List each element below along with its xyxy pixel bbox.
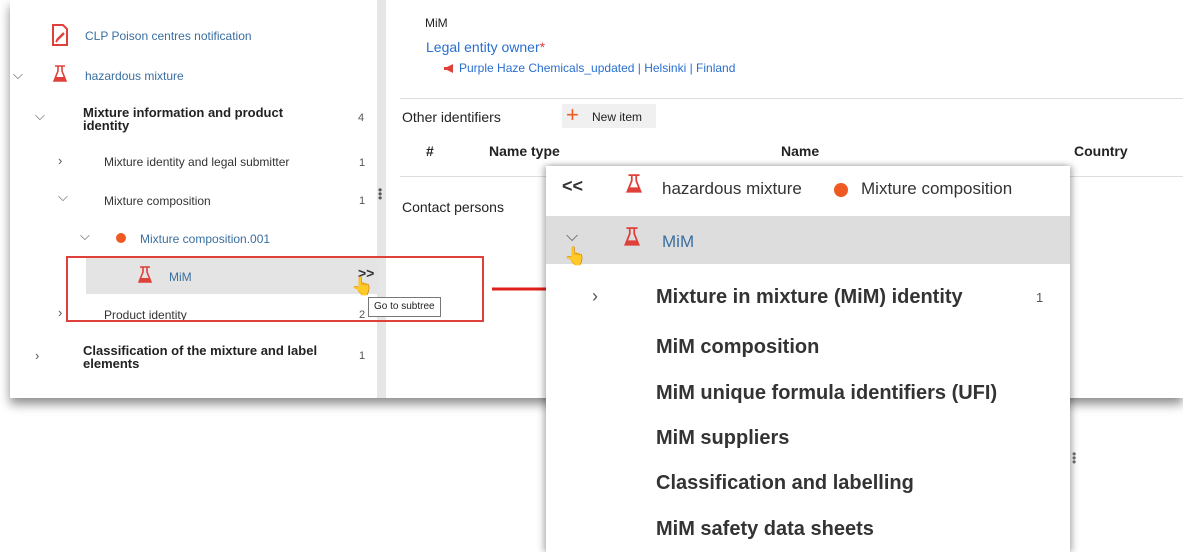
new-item-button[interactable]: + New item xyxy=(562,102,656,128)
column-header-number: # xyxy=(426,143,434,159)
go-to-subtree-tooltip: Go to subtree xyxy=(368,297,441,317)
tree-item-mixture-composition-001[interactable]: ⌵ Mixture composition.001 xyxy=(10,228,377,252)
hand-cursor-icon: 👆 xyxy=(351,276,374,296)
tree-item-count: 1 xyxy=(359,157,366,169)
popup-item-mim-ufi[interactable]: MiM unique formula identifiers (UFI) xyxy=(546,378,1070,408)
orange-dot-icon xyxy=(116,233,126,243)
chevron-right-icon[interactable]: › xyxy=(592,286,598,307)
hand-cursor-icon: 👆 xyxy=(564,246,587,266)
chevron-down-icon[interactable]: ⌵ xyxy=(58,189,68,205)
popup-item-label: MiM safety data sheets xyxy=(656,518,874,540)
legal-entity-label-text: Legal entity owner xyxy=(426,39,540,55)
popup-item-label: MiM composition xyxy=(656,336,820,358)
popup-selected-item-mim[interactable]: ⌵ MiM xyxy=(546,216,1070,264)
popup-item-mim-identity[interactable]: › Mixture in mixture (MiM) identity 1 xyxy=(546,282,1070,312)
tree-item-label: Mixture composition xyxy=(104,194,211,208)
tree-item-mixture-information[interactable]: ⌵ Mixture information and product identi… xyxy=(10,104,377,138)
chevron-down-icon[interactable]: ⌵ xyxy=(13,67,23,83)
popup-item-count: 1 xyxy=(1036,290,1044,305)
mim-value: MiM xyxy=(425,16,448,30)
popup-item-label: MiM unique formula identifiers (UFI) xyxy=(656,382,998,404)
tree-item-label: Classification of the mixture and label … xyxy=(83,343,318,371)
new-item-label: New item xyxy=(592,110,643,124)
subtree-popup: << hazardous mixture Mixture composition… xyxy=(546,166,1070,552)
tree-mixture-label: hazardous mixture xyxy=(85,69,184,83)
chevron-down-icon[interactable]: ⌵ xyxy=(35,108,45,124)
popup-item-mim-sds[interactable]: MiM safety data sheets xyxy=(546,514,1070,544)
chevron-down-icon[interactable]: ⌵ xyxy=(80,228,90,244)
popup-breadcrumb: << hazardous mixture Mixture composition xyxy=(546,166,1070,214)
tree-root-label: CLP Poison centres notification xyxy=(85,29,252,43)
tree-mixture-item[interactable]: ⌵ hazardous mixture xyxy=(10,64,377,88)
popup-selected-label: MiM xyxy=(662,232,695,251)
popup-item-label: Mixture in mixture (MiM) identity xyxy=(656,286,963,308)
other-identifiers-label: Other identifiers xyxy=(402,109,501,125)
document-edit-icon xyxy=(52,24,68,46)
chevron-right-icon[interactable]: › xyxy=(58,153,62,168)
drag-handle-icon[interactable]: • • • xyxy=(378,184,382,204)
legal-entity-label: Legal entity owner* xyxy=(426,39,545,55)
contact-persons-label: Contact persons xyxy=(402,199,504,215)
tree-item-label: Mixture identity and legal submitter xyxy=(104,155,290,169)
tree-item-classification[interactable]: › Classification of the mixture and labe… xyxy=(10,342,377,376)
tree-item-mixture-composition[interactable]: ⌵ Mixture composition 1 xyxy=(10,189,377,213)
tree-item-count: 1 xyxy=(359,195,366,207)
flask-icon xyxy=(626,174,642,193)
chevron-right-icon[interactable]: › xyxy=(58,305,62,320)
column-header-name: Name xyxy=(781,143,820,159)
plus-icon: + xyxy=(566,102,579,127)
column-header-name-type: Name type xyxy=(489,143,560,159)
breadcrumb-composition[interactable]: Mixture composition xyxy=(861,179,1012,199)
popup-item-label: MiM suppliers xyxy=(656,427,790,449)
navigation-tree: CLP Poison centres notification ⌵ hazard… xyxy=(10,0,377,398)
popup-item-mim-suppliers[interactable]: MiM suppliers xyxy=(546,423,1070,453)
legal-entity-value[interactable]: Purple Haze Chemicals_updated | Helsinki… xyxy=(459,61,735,75)
megaphone-icon xyxy=(444,64,453,73)
chevron-down-icon[interactable]: ⌵ xyxy=(566,228,578,246)
panel-divider[interactable]: • • • xyxy=(377,0,386,398)
flask-icon xyxy=(624,227,640,246)
popup-item-mim-composition[interactable]: MiM composition xyxy=(546,332,1070,362)
section-divider xyxy=(400,98,1183,99)
popup-item-label: Classification and labelling xyxy=(656,472,914,494)
breadcrumb-mixture[interactable]: hazardous mixture xyxy=(662,179,802,199)
back-button[interactable]: << xyxy=(562,176,583,197)
popup-item-classification[interactable]: Classification and labelling xyxy=(546,468,1070,498)
tree-root-item[interactable]: CLP Poison centres notification xyxy=(10,24,377,50)
tree-item-count: 4 xyxy=(358,112,365,124)
required-mark: * xyxy=(539,39,546,55)
tree-item-label: Mixture composition.001 xyxy=(140,232,271,246)
tree-item-count: 1 xyxy=(359,350,366,362)
flask-icon xyxy=(53,65,67,82)
orange-dot-icon xyxy=(834,183,848,197)
drag-handle-icon[interactable]: • • • xyxy=(1072,448,1076,468)
column-header-country: Country xyxy=(1074,143,1128,159)
tree-item-mixture-identity[interactable]: › Mixture identity and legal submitter 1 xyxy=(10,150,377,174)
chevron-right-icon[interactable]: › xyxy=(35,348,39,363)
tree-item-label: Mixture information and product identity xyxy=(83,105,284,133)
